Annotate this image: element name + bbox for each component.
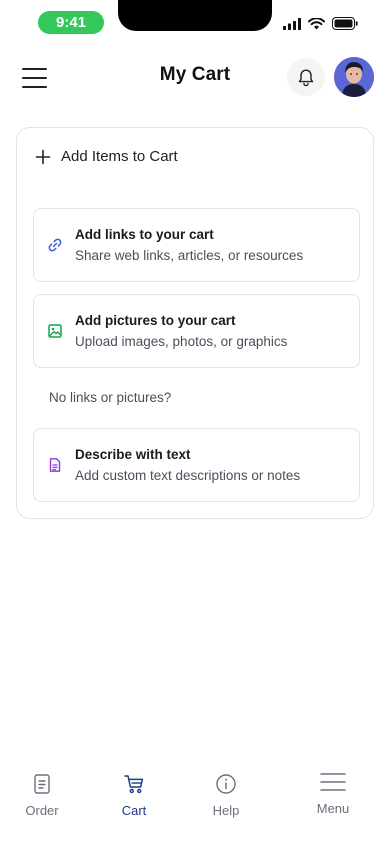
cart-icon [124, 775, 144, 794]
bottom-navigation: Order Cart Help Menu [0, 760, 390, 844]
no-links-text: No links or pictures? [49, 390, 172, 405]
nav-help[interactable]: Help [186, 773, 266, 818]
add-pictures-title: Add pictures to your cart [75, 313, 236, 328]
battery-icon [332, 17, 358, 30]
status-icons [283, 17, 358, 30]
add-pictures-subtitle: Upload images, photos, or graphics [75, 334, 288, 349]
app-header: My Cart [0, 52, 390, 102]
image-icon [48, 324, 62, 338]
receipt-icon [34, 774, 50, 794]
add-links-subtitle: Share web links, articles, or resources [75, 248, 304, 263]
nav-cart-label: Cart [121, 803, 147, 818]
add-items-label: Add Items to Cart [61, 148, 178, 165]
wifi-icon [308, 17, 325, 29]
profile-photo-icon [334, 57, 374, 97]
plus-icon [35, 149, 51, 164]
notifications-button[interactable] [287, 58, 325, 96]
nav-order-label: Order [25, 803, 59, 818]
nav-cart[interactable]: Cart [94, 773, 174, 818]
add-links-title: Add links to your cart [75, 227, 214, 242]
device-notch [118, 0, 272, 31]
status-bar: 9:41 [0, 0, 390, 44]
cellular-signal-icon [283, 17, 301, 30]
info-icon [216, 774, 236, 794]
status-time: 9:41 [38, 11, 104, 34]
describe-with-text-option[interactable]: Describe with text Add custom text descr… [33, 428, 360, 502]
nav-menu-label: Menu [316, 801, 350, 816]
avatar[interactable] [334, 57, 374, 97]
add-pictures-option[interactable]: Add pictures to your cart Upload images,… [33, 294, 360, 368]
add-links-option[interactable]: Add links to your cart Share web links, … [33, 208, 360, 282]
page-title: My Cart [159, 64, 231, 85]
nav-order[interactable]: Order [2, 773, 82, 818]
menu-icon [320, 773, 346, 791]
describe-subtitle: Add custom text descriptions or notes [75, 468, 301, 483]
document-icon [49, 458, 61, 472]
bell-icon [298, 69, 314, 86]
nav-menu[interactable]: Menu [293, 771, 373, 816]
add-items-to-cart-button[interactable]: Add Items to Cart [35, 148, 178, 165]
add-items-card: Add Items to Cart Add links to your cart… [16, 127, 374, 519]
describe-title: Describe with text [75, 447, 191, 462]
nav-help-label: Help [212, 803, 240, 818]
link-icon [48, 238, 62, 252]
